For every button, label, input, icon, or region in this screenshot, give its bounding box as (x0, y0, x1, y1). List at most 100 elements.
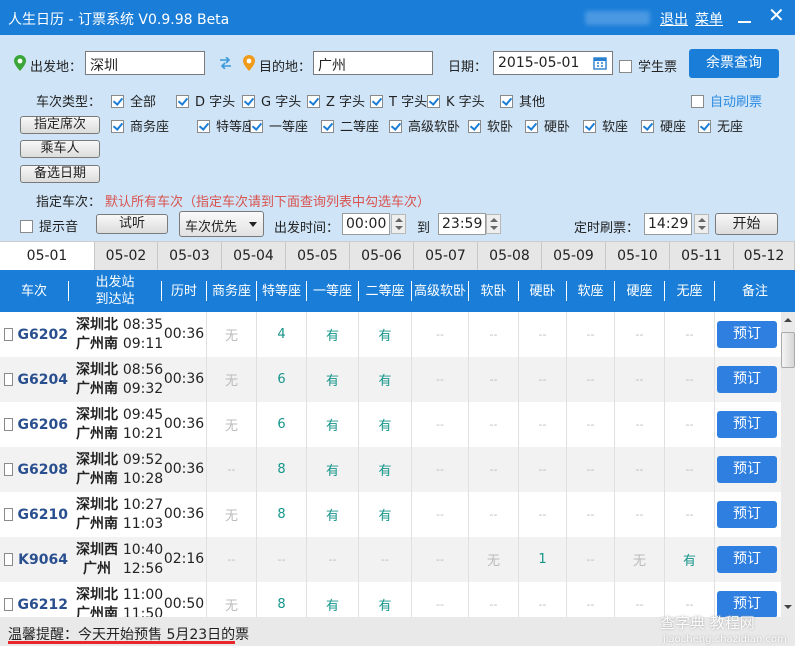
train-type-checkbox[interactable]: D 字头 (176, 91, 235, 110)
close-icon[interactable]: ✕ (768, 5, 785, 25)
calendar-icon[interactable] (593, 56, 607, 70)
train-select-checkbox[interactable] (4, 463, 13, 476)
scroll-up-icon[interactable] (784, 318, 792, 322)
seat-type-checkbox[interactable]: 特等座 (197, 116, 255, 135)
student-ticket-checkbox[interactable]: 学生票 (619, 56, 677, 75)
passenger-button[interactable]: 乘车人 (20, 140, 100, 158)
seat-availability: -- (489, 508, 498, 521)
depart-to-input[interactable]: 23:59 (438, 213, 486, 235)
date-tab[interactable]: 05-09 (542, 242, 606, 271)
book-button[interactable]: 预订 (717, 546, 777, 573)
arrive-time: 11:50 (122, 605, 164, 618)
table-row: G6206 深圳北 广州南 09:45 10:21 00:36 无 6 有 有 -- -- -- -- --… (0, 402, 781, 447)
book-button[interactable]: 预订 (717, 321, 777, 348)
scrollbar[interactable] (781, 312, 795, 617)
train-type-checkbox[interactable]: K 字头 (427, 91, 485, 110)
date-tabs: 05-01 05-02 05-03 05-04 05-05 05-06 05-07 05-08… (0, 241, 795, 271)
train-select-checkbox[interactable] (4, 328, 13, 341)
date-tab[interactable]: 05-04 (222, 242, 286, 271)
train-type-checkbox[interactable]: G 字头 (242, 91, 301, 110)
date-tab[interactable]: 05-02 (95, 242, 158, 271)
from-station-input[interactable]: 深圳 (85, 51, 205, 75)
date-tab[interactable]: 05-12 (734, 242, 795, 271)
menu-link[interactable]: 菜单 (695, 9, 723, 29)
seat-type-label: 硬座 (660, 120, 687, 135)
seat-type-checkbox[interactable]: 硬卧 (525, 116, 570, 135)
seat-type-checkbox[interactable]: 软座 (583, 116, 628, 135)
seat-availability: 1 (538, 552, 547, 567)
train-type-checkbox[interactable]: 其他 (500, 91, 545, 110)
book-button[interactable]: 预订 (717, 366, 777, 393)
date-tab[interactable]: 05-07 (414, 242, 478, 271)
train-number[interactable]: G6212 (18, 597, 68, 613)
train-select-checkbox[interactable] (4, 418, 13, 431)
table-row: K9064 深圳西 广州 10:40 12:56 02:16 -- -- -- -- -- 无 1 -- 无… (0, 537, 781, 582)
train-select-checkbox[interactable] (4, 508, 13, 521)
seat-availability: 6 (277, 372, 286, 387)
train-number[interactable]: G6210 (18, 507, 68, 523)
train-number[interactable]: G6204 (18, 372, 68, 388)
seat-availability: -- (489, 463, 498, 476)
date-tab[interactable]: 05-03 (158, 242, 222, 271)
train-type-checkbox[interactable]: T 字头 (370, 91, 427, 110)
seat-type-checkbox[interactable]: 软卧 (468, 116, 513, 135)
book-button[interactable]: 预订 (717, 411, 777, 438)
scrollbar-thumb[interactable] (781, 332, 795, 368)
date-tab[interactable]: 05-10 (606, 242, 670, 271)
to-label: 目的地： (259, 60, 312, 75)
train-type-checkbox[interactable]: Z 字头 (307, 91, 365, 110)
train-select-checkbox[interactable] (4, 598, 13, 611)
sound-checkbox[interactable]: 提示音 (20, 216, 78, 235)
depart-from-input[interactable]: 00:00 (342, 213, 390, 235)
timer-input[interactable]: 14:29 (644, 213, 692, 235)
specify-seat-button[interactable]: 指定席次 (20, 116, 100, 134)
seat-type-checkbox[interactable]: 二等座 (321, 116, 379, 135)
date-tab[interactable]: 05-05 (286, 242, 350, 271)
auto-refresh-checkbox[interactable]: 自动刷票 (691, 91, 762, 110)
date-tab[interactable]: 05-01 (0, 242, 95, 271)
swap-icon[interactable] (219, 57, 232, 69)
date-tab[interactable]: 05-06 (350, 242, 414, 271)
train-number[interactable]: G6202 (18, 327, 68, 343)
seat-availability: -- (586, 598, 595, 611)
listen-button[interactable]: 试听 (96, 214, 168, 234)
minimize-icon[interactable] (735, 6, 755, 26)
header-edz: 二等座 (365, 283, 405, 299)
train-number[interactable]: G6206 (18, 417, 68, 433)
start-button[interactable]: 开始 (715, 213, 778, 235)
checkbox-icon (111, 120, 124, 133)
title-bar: 人生日历 - 订票系统 V0.9.98 Beta 退出 菜单 ✕ (0, 0, 795, 35)
depart-to-spinner[interactable] (486, 214, 501, 234)
train-number[interactable]: K9064 (18, 552, 68, 568)
date-input[interactable]: 2015-05-01 (493, 51, 613, 75)
train-type-checkbox[interactable]: 全部 (111, 91, 156, 110)
search-tickets-button[interactable]: 余票查询 (689, 49, 779, 78)
seat-availability: 8 (277, 597, 286, 612)
train-select-checkbox[interactable] (4, 373, 13, 386)
seat-type-checkbox[interactable]: 商务座 (111, 116, 169, 135)
alt-date-button[interactable]: 备选日期 (20, 165, 100, 183)
seat-type-checkbox[interactable]: 无座 (698, 116, 743, 135)
seat-type-checkbox[interactable]: 硬座 (641, 116, 686, 135)
seat-availability: 6 (277, 417, 286, 432)
scroll-down-icon[interactable] (784, 605, 792, 609)
timer-spinner[interactable] (694, 214, 709, 234)
logout-link[interactable]: 退出 (660, 9, 688, 29)
arrive-time: 09:32 (122, 380, 164, 397)
depart-from-spinner[interactable] (391, 214, 406, 234)
priority-select[interactable]: 车次优先 (179, 211, 264, 237)
book-button[interactable]: 预订 (717, 501, 777, 528)
date-tab[interactable]: 05-08 (478, 242, 542, 271)
from-station: 深圳北 (76, 361, 118, 378)
seat-availability: -- (538, 418, 547, 431)
train-number[interactable]: G6208 (18, 462, 68, 478)
train-select-checkbox[interactable] (4, 553, 14, 566)
date-tab[interactable]: 05-11 (670, 242, 734, 271)
seat-type-checkbox[interactable]: 一等座 (250, 116, 308, 135)
checkbox-icon (641, 120, 654, 133)
book-button[interactable]: 预订 (717, 456, 777, 483)
checkbox-icon (370, 95, 383, 108)
seat-type-checkbox[interactable]: 高级软卧 (389, 116, 460, 135)
to-station-input[interactable]: 广州 (313, 51, 433, 75)
seat-availability: -- (685, 373, 694, 386)
